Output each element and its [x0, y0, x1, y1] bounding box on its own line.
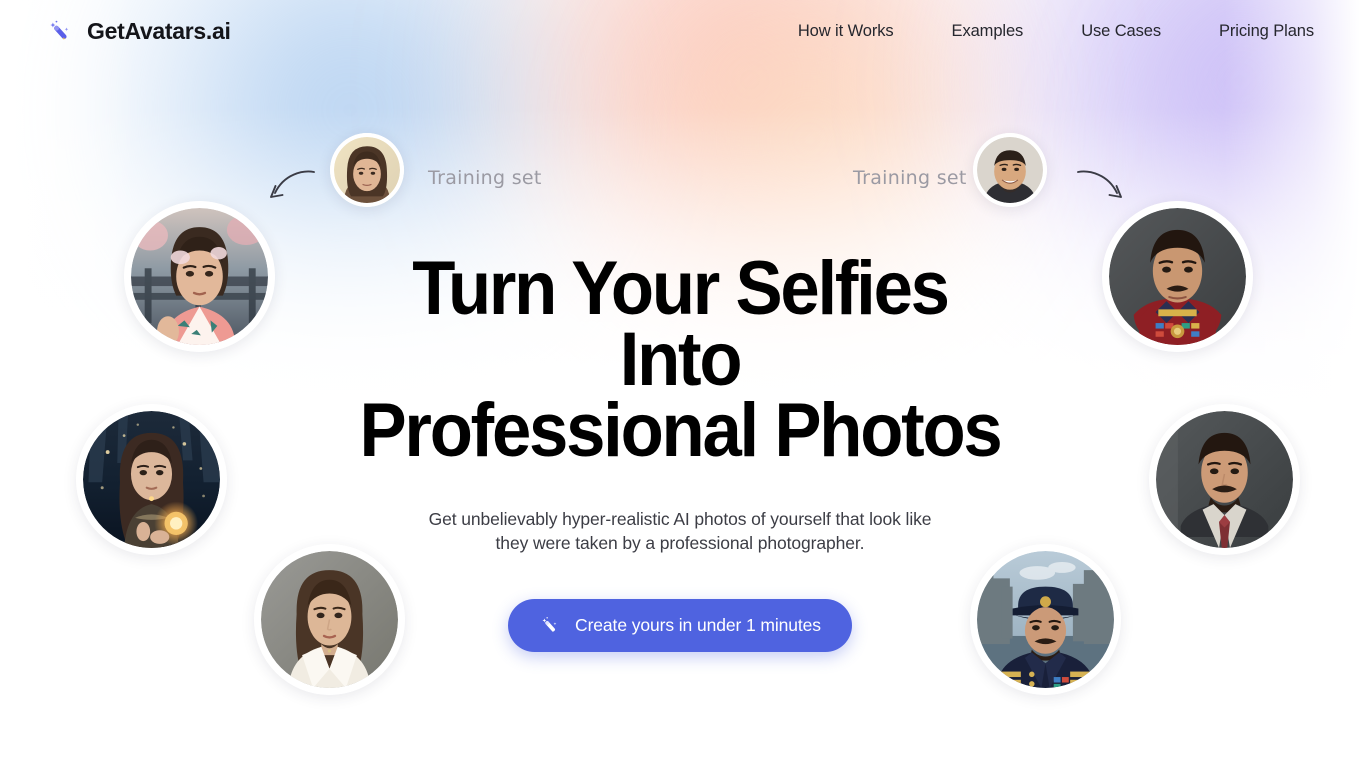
avatar-naval-man — [970, 544, 1121, 695]
training-set-label-right: Training set — [853, 167, 967, 189]
headline-line-1: Turn Your Selfies Into — [412, 246, 950, 402]
landing-page: GetAvatars.ai How it Works Examples Use … — [0, 0, 1360, 764]
nav-item-pricing-plans[interactable]: Pricing Plans — [1219, 16, 1314, 47]
hero-section: Turn Your Selfies Into Professional Phot… — [0, 0, 1360, 764]
arrow-left-icon — [270, 170, 315, 198]
brand-name: GetAvatars.ai — [87, 17, 231, 44]
avatar-ceremonial-man-photo — [1109, 208, 1246, 345]
nav-item-examples[interactable]: Examples — [952, 16, 1024, 47]
magic-wand-icon — [539, 615, 560, 636]
training-selfie-right-photo — [977, 137, 1043, 203]
create-yours-button[interactable]: Create yours in under 1 minutes — [508, 599, 852, 652]
training-selfie-right — [973, 133, 1047, 207]
arrow-right-icon — [1077, 170, 1122, 198]
avatar-suit-man — [1149, 404, 1300, 555]
avatar-blazer-woman-photo — [261, 551, 398, 688]
headline-line-2: Professional Photos — [359, 388, 1003, 473]
subtitle-line-1: Get unbelievably hyper-realistic AI phot… — [428, 509, 901, 529]
site-header: GetAvatars.ai How it Works Examples Use … — [0, 0, 1360, 62]
main-navigation: How it Works Examples Use Cases Pricing … — [798, 16, 1314, 47]
hero-subtitle: Get unbelievably hyper-realistic AI phot… — [420, 507, 940, 555]
nav-item-use-cases[interactable]: Use Cases — [1081, 16, 1161, 47]
avatar-fantasy-woman-photo — [83, 411, 220, 548]
training-set-label-left: Training set — [428, 167, 542, 189]
brand-logo[interactable]: GetAvatars.ai — [46, 18, 231, 45]
nav-item-how-it-works[interactable]: How it Works — [798, 16, 894, 47]
avatar-kimono-woman — [124, 201, 275, 352]
cta-container: Create yours in under 1 minutes — [508, 599, 852, 652]
page-title: Turn Your Selfies Into Professional Phot… — [355, 251, 1006, 469]
magic-wand-icon — [46, 18, 73, 45]
avatar-blazer-woman — [254, 544, 405, 695]
training-selfie-left-photo — [334, 137, 400, 203]
training-selfie-left — [330, 133, 404, 207]
avatar-suit-man-photo — [1156, 411, 1293, 548]
avatar-naval-man-photo — [977, 551, 1114, 688]
avatar-kimono-woman-photo — [131, 208, 268, 345]
avatar-ceremonial-man — [1102, 201, 1253, 352]
avatar-fantasy-woman — [76, 404, 227, 555]
create-yours-button-label: Create yours in under 1 minutes — [575, 615, 821, 635]
